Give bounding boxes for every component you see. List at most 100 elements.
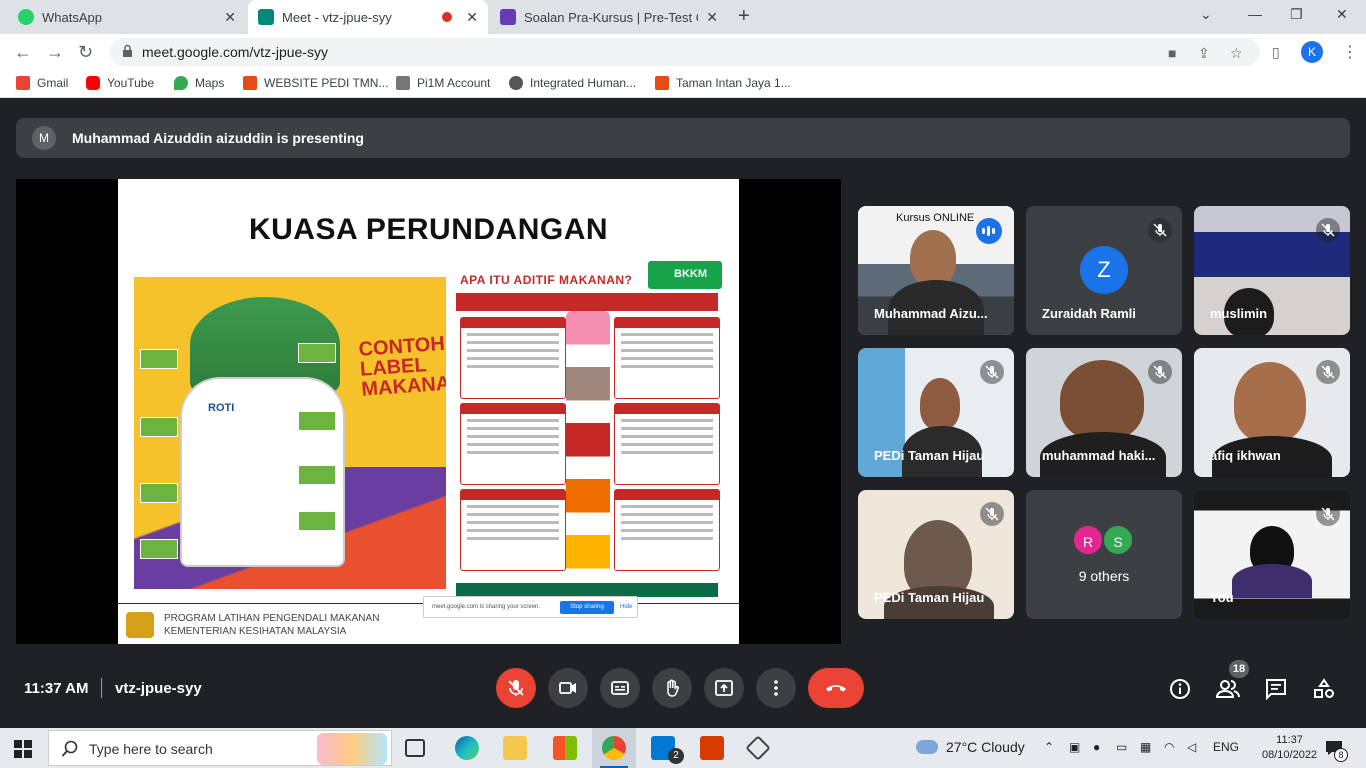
stop-sharing-button[interactable]: Stop sharing bbox=[560, 601, 614, 614]
participant-tile[interactable]: Z Zuraidah Ramli bbox=[1026, 206, 1182, 335]
hide-button[interactable]: Hide bbox=[620, 604, 632, 610]
tab-search-icon[interactable]: ⌄ bbox=[1200, 6, 1212, 23]
meet-tray-icon[interactable]: ▣ bbox=[1069, 740, 1080, 754]
present-button[interactable] bbox=[704, 668, 744, 708]
presenter-avatar: M bbox=[32, 126, 56, 150]
profile-avatar[interactable]: K bbox=[1301, 41, 1323, 63]
wifi-icon[interactable]: ◠ bbox=[1164, 740, 1174, 754]
raise-hand-button[interactable] bbox=[652, 668, 692, 708]
presenter-text: Muhammad Aizuddin aizuddin is presenting bbox=[72, 130, 364, 146]
bookmark-pi1m[interactable]: Pi1M Account bbox=[396, 76, 490, 90]
language-indicator[interactable]: ENG bbox=[1213, 740, 1239, 754]
mic-off-icon bbox=[980, 502, 1004, 526]
tab-soalan[interactable]: Soalan Pra-Kursus | Pre-Test Que ✕ bbox=[490, 0, 728, 34]
search-icon bbox=[61, 740, 78, 757]
store-icon[interactable] bbox=[553, 736, 577, 760]
close-window-button[interactable]: ✕ bbox=[1336, 6, 1348, 23]
mic-off-icon bbox=[1316, 502, 1340, 526]
hand-icon bbox=[667, 679, 679, 697]
chevron-up-icon[interactable]: ⌃ bbox=[1044, 740, 1054, 754]
presentation-view[interactable]: KUASA PERUNDANGAN ROTI CONTOH LABEL MAKA… bbox=[16, 179, 841, 644]
bookmark-integrated-human[interactable]: Integrated Human... bbox=[509, 76, 636, 90]
globe-icon bbox=[396, 76, 410, 90]
self-tile[interactable]: You bbox=[1194, 490, 1350, 619]
bookmark-youtube[interactable]: YouTube bbox=[86, 76, 154, 90]
participant-tile[interactable]: PEDi Taman Hijau bbox=[858, 490, 1014, 619]
weather-widget[interactable]: 27°C Cloudy bbox=[916, 739, 1025, 755]
url-text: meet.google.com/vtz-jpue-syy bbox=[142, 44, 328, 60]
minimize-button[interactable]: — bbox=[1248, 6, 1262, 22]
close-icon[interactable]: ✕ bbox=[466, 9, 478, 26]
mic-off-icon bbox=[508, 680, 524, 696]
meet-controls: 11:37 AM vtz-jpue-syy 18 bbox=[0, 650, 1366, 728]
mic-icon[interactable]: ● bbox=[1093, 740, 1100, 754]
maximize-button[interactable]: ❐ bbox=[1290, 6, 1303, 23]
forms-icon bbox=[500, 9, 516, 25]
aditif-title: APA ITU ADITIF MAKANAN? bbox=[460, 273, 633, 287]
more-vert-icon bbox=[774, 680, 778, 696]
participant-video bbox=[1060, 360, 1144, 440]
people-count-badge: 18 bbox=[1229, 660, 1249, 678]
others-tile[interactable]: R S 9 others bbox=[1026, 490, 1182, 619]
camera-icon[interactable]: ■ bbox=[1168, 45, 1176, 61]
app-cube-icon[interactable] bbox=[745, 735, 771, 761]
mic-toggle-button[interactable] bbox=[496, 668, 536, 708]
battery-icon[interactable]: ▭ bbox=[1116, 740, 1127, 754]
participant-avatar: Z bbox=[1080, 246, 1128, 294]
forward-icon[interactable]: → bbox=[46, 42, 64, 63]
reload-icon[interactable]: ↻ bbox=[78, 42, 93, 63]
task-view-icon[interactable] bbox=[405, 739, 425, 757]
sidepanel-icon[interactable]: ▯ bbox=[1272, 44, 1280, 61]
chrome-icon[interactable] bbox=[602, 736, 626, 760]
bookmark-taman-intan[interactable]: Taman Intan Jaya 1... bbox=[655, 76, 791, 90]
leave-call-button[interactable] bbox=[808, 668, 864, 708]
close-icon[interactable]: ✕ bbox=[224, 9, 236, 26]
tab-meet[interactable]: Meet - vtz-jpue-syy ✕ bbox=[248, 0, 488, 34]
close-icon[interactable]: ✕ bbox=[706, 9, 718, 26]
camera-toggle-button[interactable] bbox=[548, 668, 588, 708]
omnibox[interactable]: meet.google.com/vtz-jpue-syy ■ ⇪ ☆ bbox=[110, 38, 1260, 66]
windows-start-icon[interactable] bbox=[14, 740, 32, 758]
bookmark-gmail[interactable]: Gmail bbox=[16, 76, 68, 90]
globe-icon bbox=[509, 76, 523, 90]
participant-tile[interactable]: afiq ikhwan bbox=[1194, 348, 1350, 477]
mic-off-icon bbox=[1316, 218, 1340, 242]
crest-logo bbox=[126, 612, 154, 638]
slide: KUASA PERUNDANGAN ROTI CONTOH LABEL MAKA… bbox=[118, 179, 739, 644]
taskbar-search[interactable]: Type here to search bbox=[48, 730, 392, 766]
menu-icon[interactable]: ⋮ bbox=[1342, 42, 1358, 62]
video-overlay-text: Kursus ONLINE bbox=[896, 212, 975, 224]
aditif-poster: APA ITU ADITIF MAKANAN? BKKM bbox=[452, 261, 722, 599]
participant-tile[interactable]: Kursus ONLINE Muhammad Aizu... bbox=[858, 206, 1014, 335]
more-options-button[interactable] bbox=[756, 668, 796, 708]
bkkm-logo: BKKM bbox=[648, 261, 722, 289]
bookmark-website-pedi[interactable]: WEBSITE PEDI TMN... bbox=[243, 76, 388, 90]
activities-icon[interactable] bbox=[1313, 678, 1335, 700]
tab-whatsapp[interactable]: WhatsApp ✕ bbox=[8, 0, 246, 34]
file-explorer-icon[interactable] bbox=[503, 736, 527, 760]
share-icon[interactable]: ⇪ bbox=[1198, 45, 1210, 62]
network-icon[interactable]: ▦ bbox=[1140, 740, 1151, 754]
captions-button[interactable] bbox=[600, 668, 640, 708]
food-images bbox=[566, 311, 610, 591]
office-icon[interactable] bbox=[700, 736, 724, 760]
hang-up-icon bbox=[826, 685, 846, 692]
people-icon[interactable] bbox=[1216, 678, 1240, 700]
edge-icon[interactable] bbox=[455, 736, 479, 760]
lock-icon bbox=[123, 44, 132, 57]
whatsapp-icon bbox=[18, 9, 34, 25]
participant-tile[interactable]: PEDi Taman Hijau bbox=[858, 348, 1014, 477]
tab-label: Soalan Pra-Kursus | Pre-Test Que bbox=[524, 9, 698, 25]
star-icon[interactable]: ☆ bbox=[1230, 45, 1243, 62]
participant-tile[interactable]: muslimin bbox=[1194, 206, 1350, 335]
present-screen-icon bbox=[715, 680, 733, 696]
chat-icon[interactable] bbox=[1265, 678, 1287, 700]
volume-icon[interactable]: ◁ bbox=[1187, 740, 1196, 754]
info-icon[interactable] bbox=[1169, 678, 1191, 700]
participant-tile[interactable]: muhammad haki... bbox=[1026, 348, 1182, 477]
back-icon[interactable]: ← bbox=[14, 42, 32, 63]
taskbar-clock[interactable]: 11:37 08/10/2022 bbox=[1262, 733, 1317, 763]
new-tab-button[interactable]: + bbox=[738, 5, 750, 28]
bookmark-maps[interactable]: Maps bbox=[174, 76, 224, 90]
participant-name: Muhammad Aizu... bbox=[874, 306, 988, 321]
